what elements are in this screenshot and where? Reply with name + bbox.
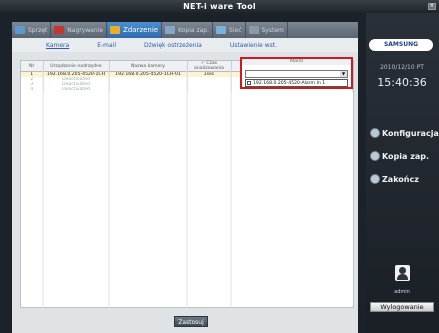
hardware-icon — [15, 26, 25, 34]
record-icon — [54, 26, 65, 34]
subtab-ustawienie[interactable]: Ustawienie wst. — [230, 42, 277, 49]
bell-icon — [110, 26, 121, 34]
col-device[interactable]: Urządzenie nadrzędne — [43, 61, 110, 72]
config-button[interactable]: Konfiguracja — [370, 128, 439, 138]
main-tabs: Sprzęt Nagrywanie Zdarzenie Kopia zap. S… — [12, 22, 358, 38]
user-label: admin — [394, 289, 410, 295]
tab-nagrywanie[interactable]: Nagrywanie — [51, 22, 108, 38]
backup-button[interactable]: Kopia zap. — [370, 151, 429, 161]
network-icon — [216, 26, 227, 34]
exit-button[interactable]: Zakończ — [370, 174, 419, 184]
column-gridlines — [42, 68, 232, 308]
app-window: NET-i ware Tool × Sprzęt Nagrywanie Zdar… — [0, 0, 439, 333]
system-icon — [248, 26, 259, 34]
sidebar: SAMSUNG 2010/12/10 PT 15:40:36 Konfigura… — [366, 13, 439, 333]
alarm-option[interactable]: 192.168.0.205-4520-Alarm In 1 — [245, 79, 348, 87]
date-label: 2010/12/10 PT — [380, 64, 424, 71]
apply-button[interactable]: Zastosuj — [174, 316, 208, 327]
subtab-kamera[interactable]: Kamera — [46, 42, 69, 49]
close-icon[interactable]: × — [428, 3, 436, 10]
camera-event-table: Nr Urządzenie nadrzędne Nazwa kamery ✓ C… — [20, 60, 354, 308]
backup-icon — [165, 26, 176, 34]
time-label: 15:40:36 — [377, 76, 427, 89]
disc-icon — [370, 151, 380, 161]
alarm-selector-highlight: Alarm ▼ 192.168.0.205-4520-Alarm In 1 — [240, 57, 353, 89]
tab-kopia-zap[interactable]: Kopia zap. — [162, 22, 214, 38]
col-nr[interactable]: Nr — [21, 61, 44, 72]
samsung-logo: SAMSUNG — [369, 39, 433, 51]
subtab-dzwiek[interactable]: Dźwięk ostrzeżenia — [144, 42, 202, 49]
alarm-dropdown[interactable]: ▼ — [245, 70, 348, 78]
col-analysis-time[interactable]: ✓ Czas analizowania — [187, 61, 232, 72]
sub-tabs: Kamera E-mail Dźwięk ostrzeżenia Ustawie… — [12, 38, 358, 52]
tab-siec[interactable]: Sieć — [213, 22, 246, 38]
user-icon — [395, 265, 410, 281]
alarm-header: Alarm — [242, 59, 351, 65]
window-title-text: NET-i ware Tool — [183, 2, 256, 11]
tab-sprzet[interactable]: Sprzęt — [12, 22, 52, 38]
window-title: NET-i ware Tool × — [0, 0, 439, 13]
subtab-email[interactable]: E-mail — [97, 42, 116, 49]
tab-system[interactable]: System — [246, 22, 288, 38]
gear-icon — [370, 128, 380, 138]
checkbox-icon[interactable] — [247, 80, 251, 85]
col-camera-name[interactable]: Nazwa kamery — [109, 61, 188, 72]
power-icon — [370, 174, 380, 184]
logout-button[interactable]: Wylogowanie — [370, 302, 434, 312]
tab-zdarzenie[interactable]: Zdarzenie — [107, 22, 163, 38]
dropdown-arrow-icon[interactable]: ▼ — [340, 71, 347, 77]
